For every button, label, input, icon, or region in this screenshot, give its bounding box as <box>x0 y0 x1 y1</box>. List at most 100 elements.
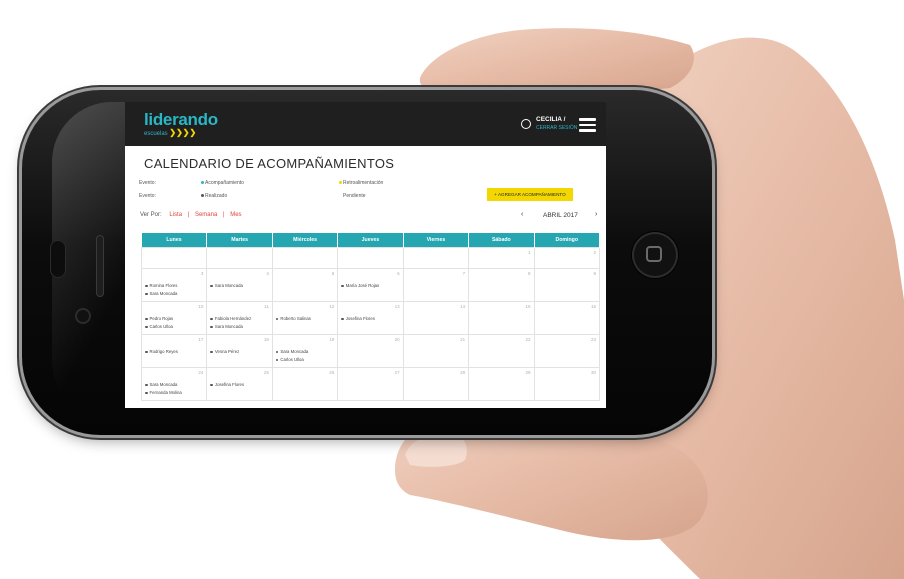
calendar-day-cell[interactable]: 19 Sara Moncada Carlos Ulloa <box>271 334 339 368</box>
calendar-day-cell[interactable]: 29 <box>468 367 535 401</box>
calendar-day-cell[interactable]: 26 <box>271 367 339 401</box>
event-dot-icon <box>275 358 279 362</box>
calendar-day-cell[interactable]: 24 Sara Moncada Fernanda Molina <box>140 367 208 401</box>
calendar-day-cell[interactable]: 20 <box>337 334 404 368</box>
user-name[interactable]: CECILIA / <box>536 116 565 123</box>
calendar-day-cell[interactable]: 18 Vesna Pérez <box>206 334 273 368</box>
calendar-event[interactable]: Carlos Ulloa <box>275 356 308 364</box>
day-number: 29 <box>525 370 531 375</box>
calendar-day-cell[interactable]: 10 Pedro Rojas Carlos Ulloa <box>140 301 208 335</box>
calendar-day-cell[interactable]: 14 <box>402 301 470 335</box>
calendar-event[interactable]: Carlos Ulloa <box>145 323 173 331</box>
calendar-day-cell[interactable]: 13 Josefina Flores <box>337 301 404 335</box>
calendar-day-cell[interactable]: 9 <box>533 268 601 302</box>
calendar-event[interactable]: Vesna Pérez <box>210 348 239 356</box>
calendar-day-cell[interactable]: 3 Romina Flores Sara Moncada <box>140 268 208 302</box>
calendar-event[interactable]: Sara Moncada <box>145 290 177 298</box>
day-number: 11 <box>264 304 269 309</box>
add-acompanamiento-button[interactable]: + AGREGAR ACOMPAÑAMIENTO <box>487 188 573 201</box>
event-list: Sara Moncada Fernanda Molina <box>145 381 182 397</box>
user-icon[interactable] <box>521 119 531 129</box>
calendar-day-cell[interactable]: 28 <box>402 367 470 401</box>
day-number: 12 <box>329 304 335 309</box>
calendar-day-cell[interactable]: 17 Rodrigo Reyes <box>140 334 208 368</box>
calendar-day-cell[interactable]: 16 <box>533 301 601 335</box>
event-name: Rodrigo Reyes <box>149 349 178 354</box>
day-number: 5 <box>331 271 335 276</box>
calendar-day-cell[interactable]: 25 Josefina Flores <box>206 367 273 401</box>
event-name: Romina Flores <box>149 283 178 288</box>
calendar-week-row: 10 Pedro Rojas Carlos Ulloa 11 Fabiola Herná… <box>140 301 601 335</box>
calendar-day-cell[interactable]: 5 <box>271 268 339 302</box>
calendar-event[interactable]: Josefina Flores <box>341 315 375 323</box>
calendar-event[interactable]: Roberto Salinas <box>275 315 311 323</box>
calendar-event[interactable]: Sara Moncada <box>275 348 308 356</box>
calendar-event[interactable]: Romina Flores <box>145 282 177 290</box>
day-number: 19 <box>329 337 335 342</box>
calendar-day-cell[interactable]: 15 <box>468 301 535 335</box>
calendar-day-cell[interactable]: 2 <box>533 247 601 269</box>
event-name: Sara Moncada <box>149 382 178 387</box>
calendar-event[interactable]: Josefina Flores <box>210 381 244 389</box>
brand-logo[interactable]: liderando escuelas ❯❯❯❯ <box>144 111 218 138</box>
brand-arrows: ❯❯❯❯ <box>169 128 197 137</box>
day-number: 21 <box>460 337 466 342</box>
calendar-grid: Lunes Martes Miércoles Jueves Viernes Sábado D… <box>140 233 601 401</box>
day-number: 30 <box>590 370 596 375</box>
day-number: 26 <box>329 370 335 375</box>
calendar-day-cell[interactable]: 8 <box>468 268 535 302</box>
calendar-event[interactable]: Fabiola Hernández <box>210 315 251 323</box>
event-dot-icon <box>210 284 213 288</box>
next-month-icon[interactable]: › <box>595 211 597 218</box>
event-name: Vesna Pérez <box>214 349 240 354</box>
calendar-day-cell[interactable]: 4 Sara Moncada <box>206 268 273 302</box>
home-button[interactable] <box>632 232 678 278</box>
calendar-event[interactable]: Sara Moncada <box>145 381 182 389</box>
event-name: Pedro Rojas <box>149 316 174 321</box>
calendar-day-cell[interactable] <box>206 247 273 269</box>
calendar-day-cell[interactable]: 12 Roberto Salinas <box>271 301 339 335</box>
view-option-lista[interactable]: Lista <box>169 212 182 218</box>
calendar-day-cell[interactable] <box>337 247 404 269</box>
weekday-header: Domingo <box>534 233 601 248</box>
event-name: Carlos Ulloa <box>149 324 173 329</box>
calendar-day-cell[interactable] <box>402 247 470 269</box>
day-number: 18 <box>263 337 269 342</box>
calendar-day-cell[interactable]: 27 <box>337 367 404 401</box>
event-name: Roberto Salinas <box>280 316 311 321</box>
brand-sub-text: escuelas <box>144 131 168 137</box>
calendar-day-cell[interactable]: 1 <box>468 247 535 269</box>
calendar-day-cell[interactable]: 7 <box>402 268 470 302</box>
calendar-event[interactable]: María José Rojas <box>341 282 379 290</box>
prev-month-icon[interactable]: ‹ <box>521 211 523 218</box>
calendar-event[interactable]: Pedro Rojas <box>145 315 173 323</box>
hamburger-menu-icon[interactable] <box>579 118 596 132</box>
calendar-event[interactable]: Sara Moncada <box>210 323 251 331</box>
calendar-event[interactable]: Rodrigo Reyes <box>145 348 178 356</box>
event-dot-icon <box>145 317 148 321</box>
calendar-day-cell[interactable] <box>271 247 339 269</box>
calendar-day-cell[interactable]: 21 <box>402 334 470 368</box>
weekday-header: Martes <box>206 233 273 248</box>
calendar-event[interactable]: Fernanda Molina <box>145 389 182 397</box>
calendar-day-cell[interactable]: 30 <box>533 367 601 401</box>
calendar-day-cell[interactable]: 22 <box>468 334 535 368</box>
logout-link[interactable]: CERRAR SESIÓN <box>536 125 577 131</box>
view-option-semana[interactable]: Semana <box>195 212 217 218</box>
top-bar: liderando escuelas ❯❯❯❯ CECILIA / CERRAR… <box>125 102 606 146</box>
day-number: 15 <box>525 304 531 309</box>
calendar-event[interactable]: Sara Moncada <box>210 282 243 290</box>
event-dot-icon <box>210 325 213 329</box>
event-name: Fabiola Hernández <box>214 316 252 321</box>
event-dot-icon <box>210 317 213 321</box>
calendar-day-cell[interactable]: 6 María José Rojas <box>337 268 404 302</box>
calendar-day-cell[interactable]: 11 Fabiola Hernández Sara Moncada <box>206 301 273 335</box>
event-list: María José Rojas <box>341 282 379 290</box>
legend-pendiente: Pendiente <box>343 193 366 199</box>
phone-speaker <box>96 235 104 297</box>
calendar-day-cell[interactable] <box>140 247 208 269</box>
view-option-mes[interactable]: Mes <box>230 212 241 218</box>
calendar-day-cell[interactable]: 23 <box>533 334 601 368</box>
event-dot-icon <box>275 317 279 321</box>
day-number: 14 <box>460 304 466 309</box>
